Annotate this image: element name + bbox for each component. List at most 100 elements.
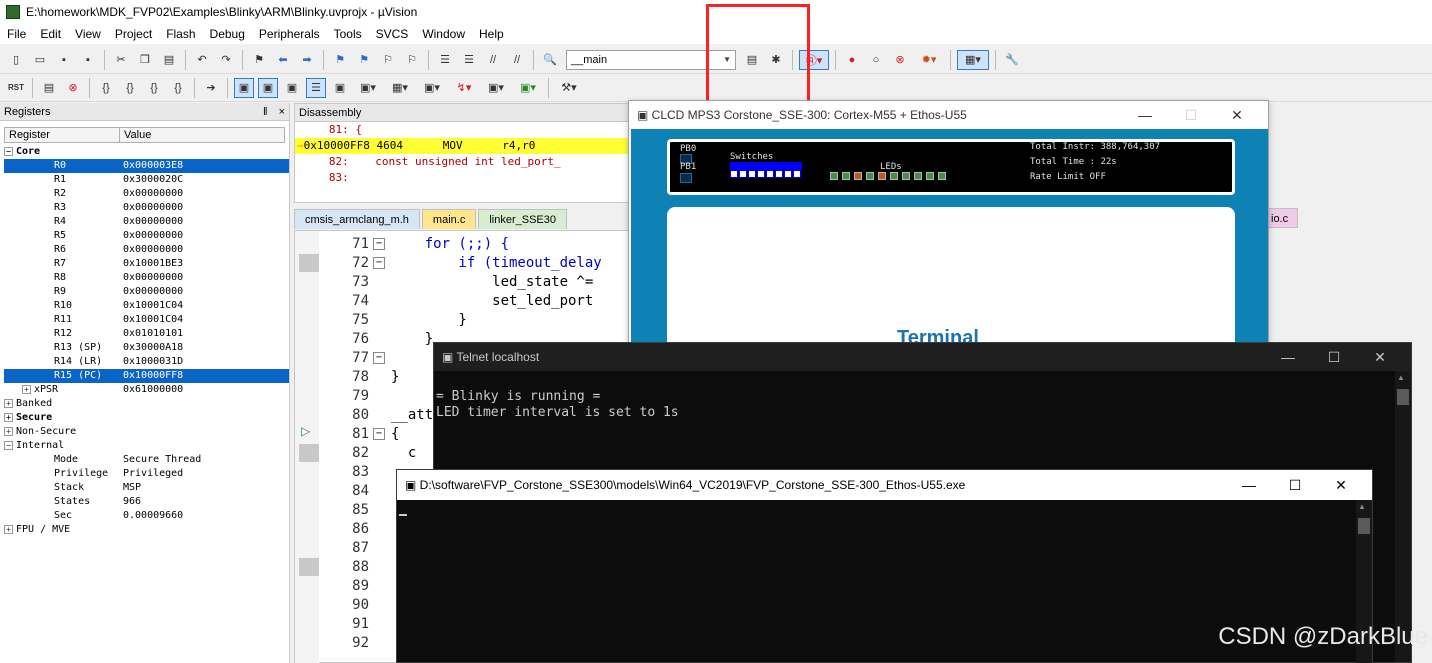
- tab-io-c[interactable]: io.c: [1268, 208, 1298, 228]
- copy-icon[interactable]: ❐: [135, 50, 155, 70]
- register-value[interactable]: [123, 411, 289, 425]
- maximize-button[interactable]: ☐: [1272, 477, 1318, 494]
- find-combo[interactable]: __main ▼: [566, 49, 736, 70]
- register-value[interactable]: 0x00000000: [123, 229, 289, 243]
- fold-icon[interactable]: −: [373, 352, 385, 364]
- registers-window-icon[interactable]: ☰: [306, 77, 326, 98]
- step-over-icon[interactable]: {}: [120, 78, 140, 98]
- disasm-source-line[interactable]: 81: {: [295, 122, 633, 138]
- register-value[interactable]: [123, 523, 289, 537]
- register-value[interactable]: MSP: [123, 481, 289, 495]
- symbols-window-icon[interactable]: ▣: [282, 78, 302, 98]
- collapse-icon[interactable]: −: [4, 146, 13, 156]
- disasm-current-line[interactable]: ⇨0x10000FF8 4604 MOV r4,r0: [295, 138, 633, 154]
- register-row[interactable]: R12 0x01010101: [4, 327, 289, 341]
- register-value[interactable]: 0x00000000: [123, 187, 289, 201]
- bookmark-prev-icon[interactable]: ⚑: [330, 50, 350, 70]
- register-value[interactable]: 0x3000020C: [123, 173, 289, 187]
- code-line[interactable]: 89: [319, 577, 391, 596]
- kill-all-breakpoints-icon[interactable]: ✹▾: [914, 50, 944, 70]
- close-button[interactable]: ✕: [1318, 477, 1364, 494]
- close-icon[interactable]: ×: [279, 106, 285, 118]
- menu-window[interactable]: Window: [415, 24, 472, 44]
- menu-file[interactable]: File: [0, 24, 33, 44]
- register-row[interactable]: R1 0x3000020C: [4, 173, 289, 187]
- telnet-output[interactable]: = Blinky is running = LED timer interval…: [434, 371, 1411, 421]
- register-row[interactable]: R3 0x00000000: [4, 201, 289, 215]
- undo-icon[interactable]: ↶: [192, 50, 212, 70]
- stop-icon[interactable]: ⊗: [63, 78, 83, 98]
- register-row[interactable]: + Non-Secure: [4, 425, 289, 439]
- switch[interactable]: [775, 170, 783, 178]
- register-value[interactable]: 0x00000000: [123, 271, 289, 285]
- register-row[interactable]: + xPSR 0x61000000: [4, 383, 289, 397]
- disasm-source-line[interactable]: 82: const unsigned int led_port_: [295, 154, 633, 170]
- register-value[interactable]: 0x01010101: [123, 327, 289, 341]
- code-line[interactable]: 79: [319, 387, 391, 406]
- nav-back-icon[interactable]: ⬅: [273, 50, 293, 70]
- switch[interactable]: [748, 170, 756, 178]
- register-value[interactable]: [123, 439, 289, 453]
- register-value[interactable]: 0x30000A18: [123, 341, 289, 355]
- maximize-button[interactable]: ☐: [1311, 349, 1357, 366]
- step-into-icon[interactable]: {}: [96, 78, 116, 98]
- watch-windows-icon[interactable]: ▣▾: [354, 78, 382, 98]
- register-value[interactable]: 0x00000000: [123, 215, 289, 229]
- register-value[interactable]: 0.00009660: [123, 509, 289, 523]
- unindent-icon[interactable]: ☰: [459, 50, 479, 70]
- redo-icon[interactable]: ↷: [216, 50, 236, 70]
- register-row[interactable]: + Secure: [4, 411, 289, 425]
- tab-linker[interactable]: linker_SSE30: [478, 209, 567, 229]
- analysis-windows-icon[interactable]: ↯▾: [450, 78, 478, 98]
- menu-edit[interactable]: Edit: [33, 24, 68, 44]
- window-layout-icon[interactable]: ▦▾: [957, 49, 989, 70]
- menu-view[interactable]: View: [68, 24, 108, 44]
- command-window-icon[interactable]: ▣: [234, 77, 254, 98]
- register-row[interactable]: + Banked: [4, 397, 289, 411]
- register-value[interactable]: 0x1000031D: [123, 355, 289, 369]
- disassembly-window-icon[interactable]: ▣: [258, 77, 278, 98]
- code-line[interactable]: 82 c: [319, 444, 416, 463]
- menu-help[interactable]: Help: [472, 24, 511, 44]
- register-value[interactable]: 0x000003E8: [123, 159, 289, 173]
- save-all-icon[interactable]: ▪: [78, 50, 98, 70]
- minimize-button[interactable]: —: [1226, 477, 1272, 494]
- scroll-thumb[interactable]: [1358, 518, 1370, 534]
- disasm-source-line[interactable]: 83:: [295, 170, 633, 186]
- register-row[interactable]: R5 0x00000000: [4, 229, 289, 243]
- expand-icon[interactable]: +: [4, 524, 13, 534]
- pin-icon[interactable]: ‖: [263, 106, 268, 118]
- expand-icon[interactable]: +: [22, 384, 31, 394]
- tab-main-c[interactable]: main.c: [421, 209, 477, 229]
- switch[interactable]: [730, 170, 738, 178]
- expand-icon[interactable]: +: [4, 412, 13, 422]
- uncomment-icon[interactable]: //: [507, 50, 527, 70]
- code-line[interactable]: 86: [319, 520, 391, 539]
- register-row[interactable]: R9 0x00000000: [4, 285, 289, 299]
- call-stack-window-icon[interactable]: ▣: [330, 78, 350, 98]
- code-line[interactable]: 74 set_led_port: [319, 292, 593, 311]
- step-out-icon[interactable]: {}: [144, 78, 164, 98]
- register-row[interactable]: Privilege Privileged: [4, 467, 289, 481]
- switch[interactable]: [766, 170, 774, 178]
- register-row[interactable]: + FPU / MVE: [4, 523, 289, 537]
- menu-tools[interactable]: Tools: [327, 24, 369, 44]
- register-value[interactable]: 0x10001BE3: [123, 257, 289, 271]
- menu-debug[interactable]: Debug: [203, 24, 252, 44]
- run-icon[interactable]: ▤: [39, 78, 59, 98]
- scroll-up-icon[interactable]: ▲: [1358, 502, 1366, 511]
- register-row[interactable]: Sec 0.00009660: [4, 509, 289, 523]
- indent-icon[interactable]: ☰: [435, 50, 455, 70]
- switch[interactable]: [784, 170, 792, 178]
- code-line[interactable]: 71− for (;;) {: [319, 235, 509, 254]
- close-button[interactable]: ✕: [1357, 349, 1403, 366]
- configure-icon[interactable]: 🔧: [1002, 50, 1022, 70]
- code-line[interactable]: 73 led_state ^=: [319, 273, 593, 292]
- register-row[interactable]: States 966: [4, 495, 289, 509]
- code-line[interactable]: 77−: [319, 349, 391, 368]
- fold-icon[interactable]: −: [373, 238, 385, 250]
- register-value[interactable]: 0x10001C04: [123, 299, 289, 313]
- bookmark-icon[interactable]: ⚑: [249, 50, 269, 70]
- maximize-button[interactable]: ☐: [1168, 107, 1214, 124]
- menu-project[interactable]: Project: [108, 24, 159, 44]
